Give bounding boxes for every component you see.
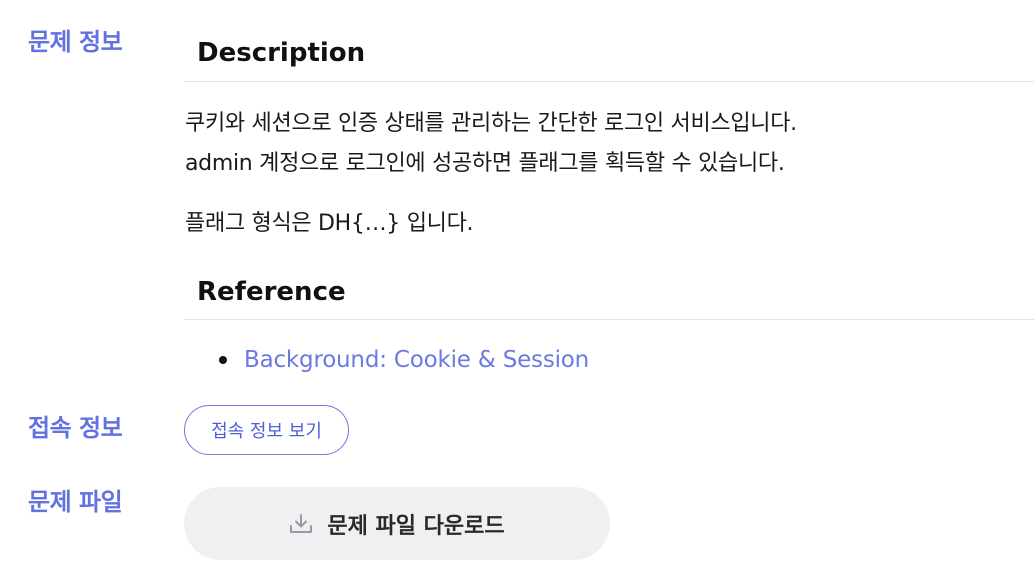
bullet-icon <box>219 356 227 364</box>
section-label-connection: 접속 정보 <box>28 414 123 442</box>
reference-item: Background: Cookie & Session <box>185 341 589 379</box>
description-line-3: 플래그 형식은 DH{…} 입니다. <box>185 211 474 236</box>
download-icon <box>289 513 313 535</box>
description-line-2: admin 계정으로 로그인에 성공하면 플래그를 획득할 수 있습니다. <box>185 151 785 176</box>
reference-link-cookie-session[interactable]: Background: Cookie & Session <box>244 347 589 373</box>
reference-list: Background: Cookie & Session <box>185 341 589 379</box>
download-file-button[interactable]: 문제 파일 다운로드 <box>184 487 610 560</box>
description-heading: Description <box>184 38 1034 82</box>
description-text: 쿠키와 세션으로 인증 상태를 관리하는 간단한 로그인 서비스입니다. adm… <box>185 104 797 184</box>
section-label-file: 문제 파일 <box>28 488 123 516</box>
view-connection-info-button[interactable]: 접속 정보 보기 <box>184 405 349 455</box>
download-file-label: 문제 파일 다운로드 <box>327 513 505 539</box>
challenge-info-page: 문제 정보 Description 쿠키와 세션으로 인증 상태를 관리하는 간… <box>0 0 1034 575</box>
reference-heading: Reference <box>184 277 1034 320</box>
description-line-1: 쿠키와 세션으로 인증 상태를 관리하는 간단한 로그인 서비스입니다. <box>185 111 797 136</box>
section-label-info: 문제 정보 <box>28 28 123 56</box>
